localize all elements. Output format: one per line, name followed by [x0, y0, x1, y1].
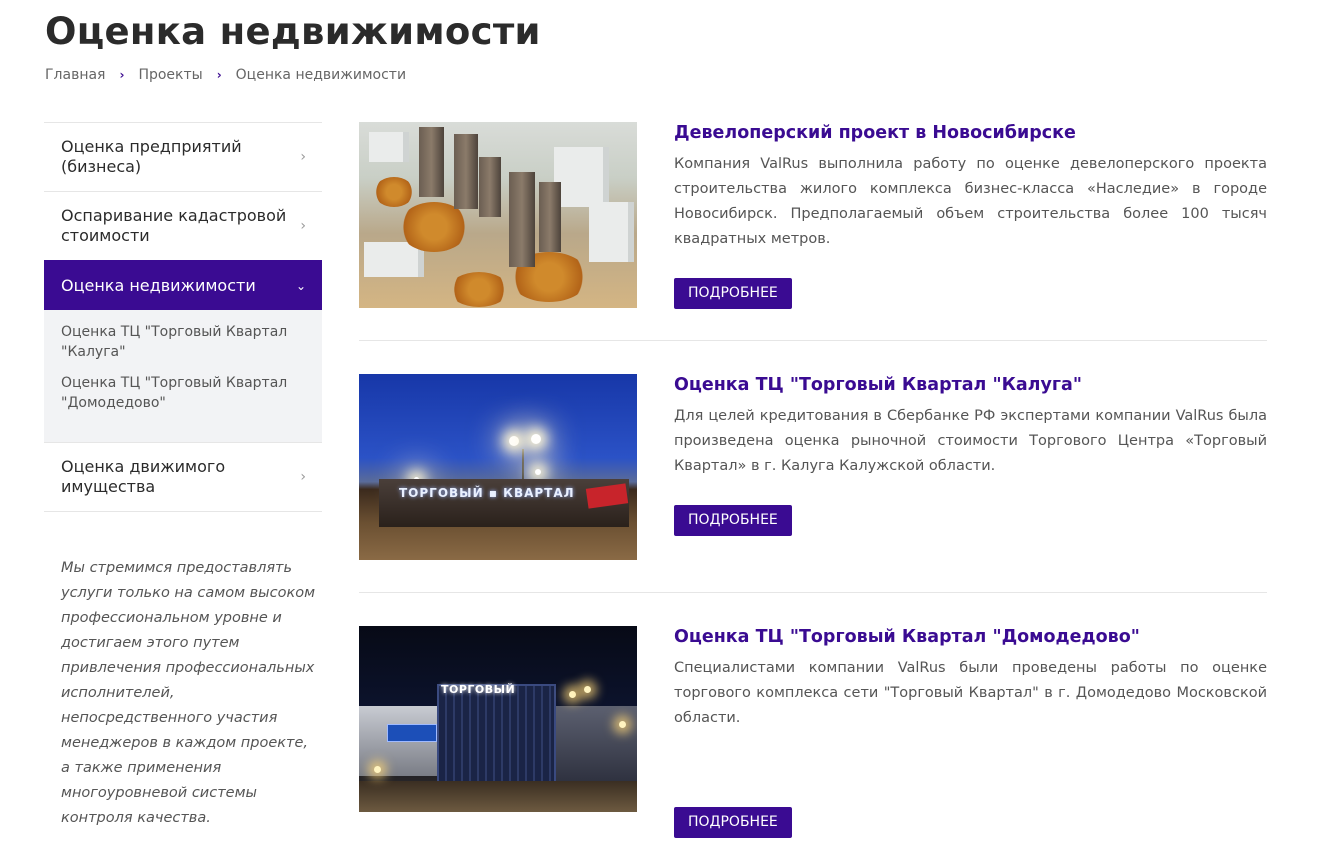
breadcrumb-home[interactable]: Главная: [45, 67, 105, 83]
chevron-right-icon: ›: [300, 149, 306, 165]
mall-sign: ТОРГОВЫЙ: [441, 683, 516, 696]
more-button[interactable]: ПОДРОБНЕЕ: [674, 807, 792, 838]
project-card: Девелоперский проект в Новосибирске Комп…: [359, 122, 1267, 340]
project-title[interactable]: Девелоперский проект в Новосибирске: [674, 122, 1267, 144]
sidebar-item-label: Оценка предприятий (бизнеса): [61, 137, 242, 176]
chevron-down-icon: ⌄: [295, 278, 306, 293]
sidebar-item-movable-property[interactable]: Оценка движимого имущества ›: [44, 442, 322, 512]
project-title[interactable]: Оценка ТЦ "Торговый Квартал "Домодедово": [674, 626, 1267, 648]
project-description: Компания ValRus выполнила работу по оцен…: [674, 156, 1267, 247]
project-image-novosibirsk[interactable]: [359, 122, 637, 308]
project-info: Девелоперский проект в Новосибирске Комп…: [674, 122, 1267, 252]
breadcrumb-separator: ›: [119, 68, 125, 82]
sidebar-quality-note: Мы стремимся предоставлять услуги только…: [61, 560, 316, 826]
project-title[interactable]: Оценка ТЦ "Торговый Квартал "Калуга": [674, 374, 1267, 396]
project-image-domodedovo[interactable]: ТОРГОВЫЙ: [359, 626, 637, 812]
more-button[interactable]: ПОДРОБНЕЕ: [674, 278, 792, 309]
sidebar-item-cadastral[interactable]: Оспаривание кадастровой стоимости ›: [44, 191, 322, 260]
project-info: Оценка ТЦ "Торговый Квартал "Домодедово"…: [674, 626, 1267, 731]
project-description: Для целей кредитования в Сбербанке РФ эк…: [674, 408, 1267, 474]
project-card: ТОРГОВЫЙ ▪ КВАРТАЛ Оценка ТЦ "Торговый К…: [359, 374, 1267, 592]
sidebar-item-real-estate[interactable]: Оценка недвижимости ⌄: [44, 260, 322, 310]
project-info: Оценка ТЦ "Торговый Квартал "Калуга" Для…: [674, 374, 1267, 479]
sidebar-item-label: Оценка недвижимости: [61, 275, 256, 295]
sidebar: Оценка предприятий (бизнеса) › Оспариван…: [44, 122, 322, 831]
sidebar-submenu: Оценка ТЦ "Торговый Квартал "Калуга" Оце…: [44, 310, 322, 442]
mall-sign: ТОРГОВЫЙ ▪ КВАРТАЛ: [399, 486, 575, 500]
divider: [359, 340, 1267, 341]
breadcrumb-projects[interactable]: Проекты: [138, 67, 202, 83]
divider: [359, 592, 1267, 593]
page-title: Оценка недвижимости: [45, 10, 541, 53]
sidebar-subitem-kaluga[interactable]: Оценка ТЦ "Торговый Квартал "Калуга": [61, 322, 305, 362]
breadcrumb-separator: ›: [216, 68, 222, 82]
breadcrumb-current: Оценка недвижимости: [235, 67, 407, 83]
more-button[interactable]: ПОДРОБНЕЕ: [674, 505, 792, 536]
breadcrumb: Главная › Проекты › Оценка недвижимости: [45, 67, 406, 83]
projects-list: Девелоперский проект в Новосибирске Комп…: [359, 122, 1267, 844]
sidebar-item-label: Оценка движимого имущества: [61, 457, 226, 496]
sidebar-subitem-domodedovo[interactable]: Оценка ТЦ "Торговый Квартал "Домодедово": [61, 373, 305, 413]
chevron-right-icon: ›: [300, 218, 306, 234]
project-image-kaluga[interactable]: ТОРГОВЫЙ ▪ КВАРТАЛ: [359, 374, 637, 560]
project-card: ТОРГОВЫЙ Оценка ТЦ "Торговый Квартал "До…: [359, 626, 1267, 844]
sidebar-item-business-valuation[interactable]: Оценка предприятий (бизнеса) ›: [44, 122, 322, 191]
chevron-right-icon: ›: [300, 469, 306, 485]
project-description: Специалистами компании ValRus были прове…: [674, 660, 1267, 726]
sidebar-item-label: Оспаривание кадастровой стоимости: [61, 206, 287, 245]
